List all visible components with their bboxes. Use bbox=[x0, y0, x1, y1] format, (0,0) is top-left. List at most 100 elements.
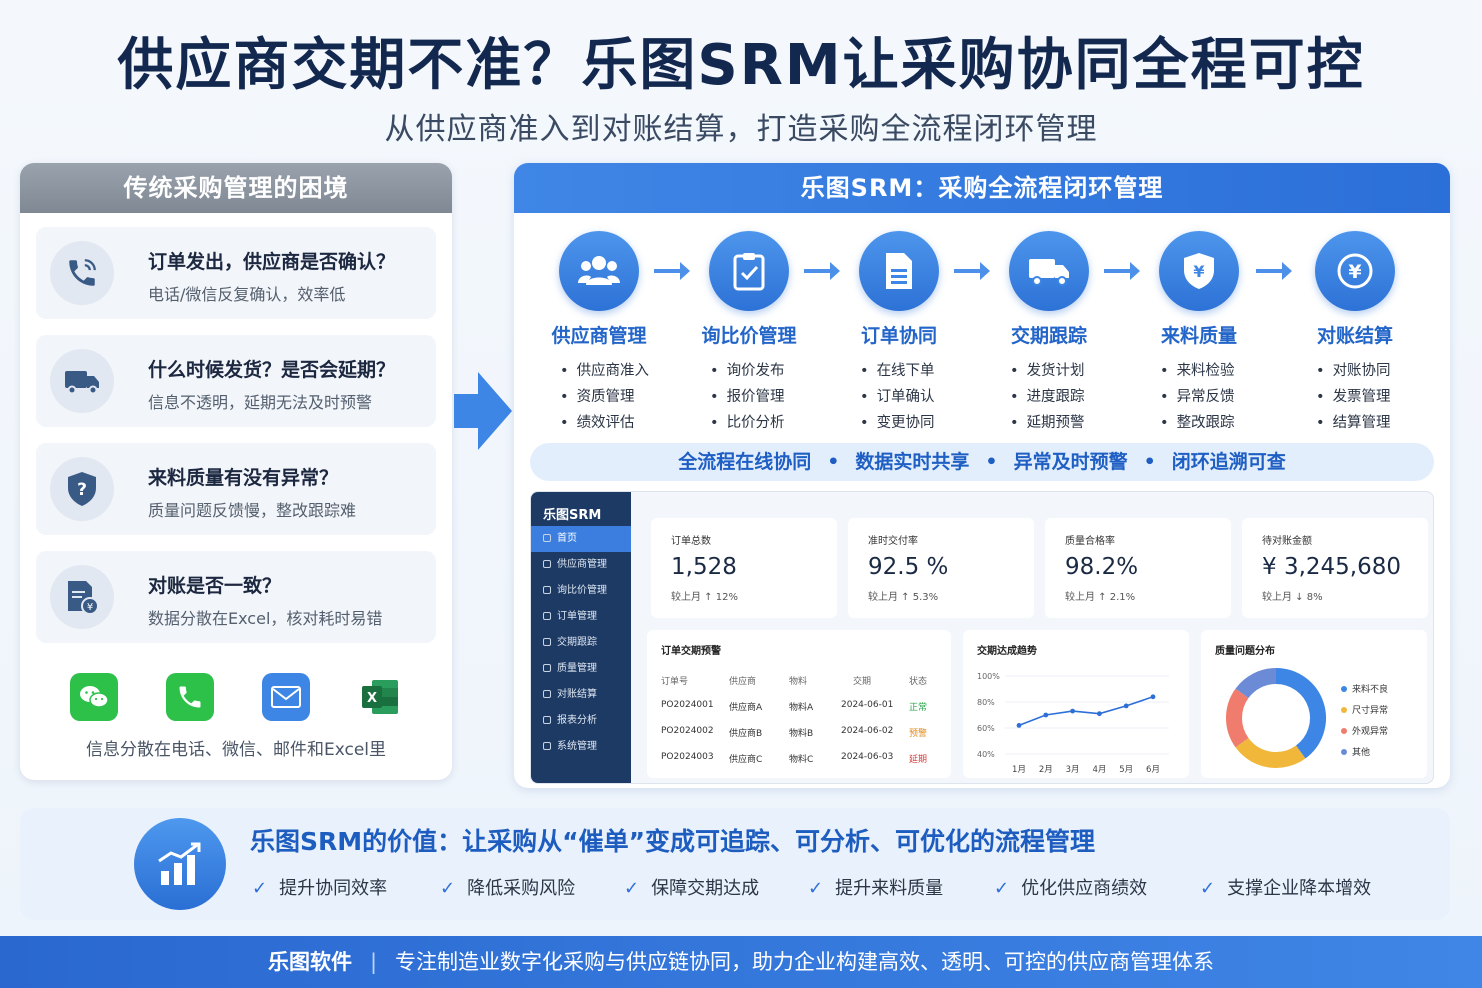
truck-icon bbox=[50, 349, 114, 413]
kpi-value: 1,528 bbox=[671, 554, 737, 580]
shield-yen-icon: ¥ bbox=[1159, 231, 1239, 311]
kpi-change: 较上月 ↑ 12% bbox=[671, 592, 738, 603]
dashboard-logo: 乐图SRM bbox=[543, 508, 602, 523]
table-cell: 物料A bbox=[789, 703, 814, 713]
y-tick-label: 40% bbox=[977, 750, 995, 759]
srm-process-panel: 乐图SRM：采购全流程闭环管理 供应商管理 供应商准入 资质管理 绩效评估 询比… bbox=[514, 163, 1450, 788]
kpi-value: 92.5 % bbox=[868, 554, 949, 580]
footer-separator: | bbox=[369, 950, 378, 974]
page-subtitle: 从供应商准入到对账结算，打造采购全流程闭环管理 bbox=[384, 112, 1098, 147]
x-tick-label: 5月 bbox=[1119, 765, 1133, 775]
shield-question-icon: ? bbox=[50, 457, 114, 521]
step-item: 变更协同 bbox=[860, 410, 974, 436]
svg-text:¥: ¥ bbox=[1348, 261, 1361, 283]
users-icon bbox=[559, 231, 639, 311]
step-name: 订单协同 bbox=[860, 325, 937, 347]
step-item: 发票管理 bbox=[1316, 384, 1430, 410]
kpi-value: ¥ 3,245,680 bbox=[1262, 554, 1401, 580]
column-header: 供应商 bbox=[729, 677, 757, 687]
pain-title: 来料质量有没有异常？ bbox=[148, 467, 339, 489]
svg-text:¥: ¥ bbox=[1193, 262, 1204, 281]
value-banner: 乐图SRM的价值：让采购从“催单”变成可追踪、可分析、可优化的流程管理 提升协同… bbox=[20, 808, 1450, 920]
legend-swatch bbox=[1341, 707, 1347, 713]
footer-text: 专注制造业数字化采购与供应链协同，助力企业构建高效、透明、可控的供应商管理体系 bbox=[395, 950, 1215, 974]
pain-item: 什么时候发货？是否会延期？ 信息不透明，延期无法及时预警 bbox=[36, 335, 436, 427]
nav-item-label: 订单管理 bbox=[557, 611, 597, 622]
legend-label: 其他 bbox=[1352, 748, 1371, 758]
nav-item-delivery[interactable]: 交期跟踪 bbox=[531, 630, 631, 656]
list-icon bbox=[543, 586, 551, 594]
delivery-trend-panel: 交期达成趋势 100% 80% 60% 40% 1月 2月 3月 4月 5月 6月 bbox=[963, 630, 1189, 778]
trend-point bbox=[1123, 703, 1129, 709]
table-cell: 供应商B bbox=[729, 729, 763, 739]
step-reconciliation-settlement: ¥ 对账结算 对账协同 发票管理 结算管理 bbox=[1280, 231, 1430, 436]
legend-item: 其他 bbox=[1341, 745, 1370, 758]
y-tick-label: 80% bbox=[977, 698, 995, 707]
feature-separator: • bbox=[985, 451, 998, 473]
table-cell: 供应商C bbox=[729, 755, 763, 765]
delivery-trend-chart: 100% 80% 60% 40% 1月 2月 3月 4月 5月 6月 bbox=[977, 672, 1169, 775]
transition-arrow-icon bbox=[452, 370, 514, 456]
footer: 乐图软件 | 专注制造业数字化采购与供应链协同，助力企业构建高效、透明、可控的供应商… bbox=[0, 936, 1482, 988]
pain-desc: 信息不透明，延期无法及时预警 bbox=[148, 393, 373, 412]
home-icon bbox=[543, 534, 551, 542]
dashboard-sidebar: 乐图SRM 首页 供应商管理 询比价管理 订单管理 交期跟踪 质量管理 对账结算… bbox=[531, 492, 631, 783]
legend-item: 来料不良 bbox=[1341, 682, 1388, 695]
pain-title: 什么时候发货？是否会延期？ bbox=[148, 359, 396, 381]
nav-item-supplier[interactable]: 供应商管理 bbox=[531, 552, 631, 578]
pain-desc: 数据分散在Excel，核对耗时易错 bbox=[148, 609, 383, 628]
kpi-change: 较上月 ↑ 2.1% bbox=[1065, 592, 1136, 603]
pain-points-header: 传统采购管理的困境 bbox=[20, 163, 452, 213]
legend-item: 尺寸异常 bbox=[1341, 703, 1388, 716]
kpi-label: 质量合格率 bbox=[1065, 536, 1115, 547]
nav-item-home[interactable]: 首页 bbox=[531, 526, 631, 552]
column-header: 状态 bbox=[909, 677, 928, 687]
chart-icon bbox=[543, 716, 551, 724]
pain-desc: 质量问题反馈慢，整改跟踪难 bbox=[148, 501, 357, 520]
wechat-icon bbox=[70, 673, 118, 721]
step-name: 供应商管理 bbox=[551, 325, 647, 347]
y-tick-label: 60% bbox=[977, 724, 995, 733]
status-badge: 预警 bbox=[909, 729, 928, 739]
step-name: 询比价管理 bbox=[701, 325, 797, 347]
kpi-card: 准时交付率 92.5 % 较上月 ↑ 5.3% bbox=[848, 518, 1034, 618]
page-title: 供应商交期不准？乐图SRM让采购协同全程可控 bbox=[117, 33, 1365, 98]
dashboard-mockup: 乐图SRM 首页 供应商管理 询比价管理 订单管理 交期跟踪 质量管理 对账结算… bbox=[530, 491, 1434, 784]
value-item: 降低采购风险 bbox=[440, 874, 575, 900]
nav-item-settlement[interactable]: 对账结算 bbox=[531, 682, 631, 708]
donut-slice bbox=[1235, 668, 1277, 699]
step-item: 整改跟踪 bbox=[1160, 410, 1274, 436]
column-header: 物料 bbox=[789, 677, 808, 687]
kpi-label: 订单总数 bbox=[671, 536, 711, 547]
table-cell: 物料B bbox=[789, 729, 814, 739]
document-icon bbox=[859, 231, 939, 311]
quality-issue-chart bbox=[1226, 668, 1326, 768]
users-icon bbox=[543, 560, 551, 568]
pain-title: 对账是否一致？ bbox=[148, 575, 282, 597]
kpi-card: 待对账金额 ¥ 3,245,680 较上月 ↓ 8% bbox=[1242, 518, 1428, 618]
legend-item: 外观异常 bbox=[1341, 724, 1388, 737]
apps-caption: 信息分散在电话、微信、邮件和Excel里 bbox=[85, 740, 387, 760]
trend-point bbox=[1150, 694, 1156, 700]
feature-item: 全流程在线协同 bbox=[678, 451, 812, 473]
phone-icon bbox=[50, 241, 114, 305]
table-cell: 2024-06-03 bbox=[841, 752, 894, 762]
nav-item-rfq[interactable]: 询比价管理 bbox=[531, 578, 631, 604]
feature-item: 异常及时预警 bbox=[1013, 451, 1128, 473]
table-cell: 供应商A bbox=[729, 703, 763, 713]
nav-item-quality[interactable]: 质量管理 bbox=[531, 656, 631, 682]
gear-icon bbox=[543, 742, 551, 750]
trend-point bbox=[1043, 712, 1049, 718]
step-incoming-quality: ¥ 来料质量 来料检验 异常反馈 整改跟踪 bbox=[1124, 231, 1274, 436]
step-item: 来料检验 bbox=[1160, 358, 1274, 384]
table-cell: PO2024001 bbox=[661, 700, 714, 710]
srm-process-header: 乐图SRM：采购全流程闭环管理 bbox=[514, 163, 1450, 213]
nav-item-system[interactable]: 系统管理 bbox=[531, 734, 631, 760]
x-tick-label: 4月 bbox=[1092, 765, 1106, 775]
nav-item-orders[interactable]: 订单管理 bbox=[531, 604, 631, 630]
legend-swatch bbox=[1341, 749, 1347, 755]
legend-label: 外观异常 bbox=[1352, 727, 1389, 737]
truck-icon bbox=[1009, 231, 1089, 311]
nav-item-reports[interactable]: 报表分析 bbox=[531, 708, 631, 734]
trend-point bbox=[1097, 711, 1102, 717]
